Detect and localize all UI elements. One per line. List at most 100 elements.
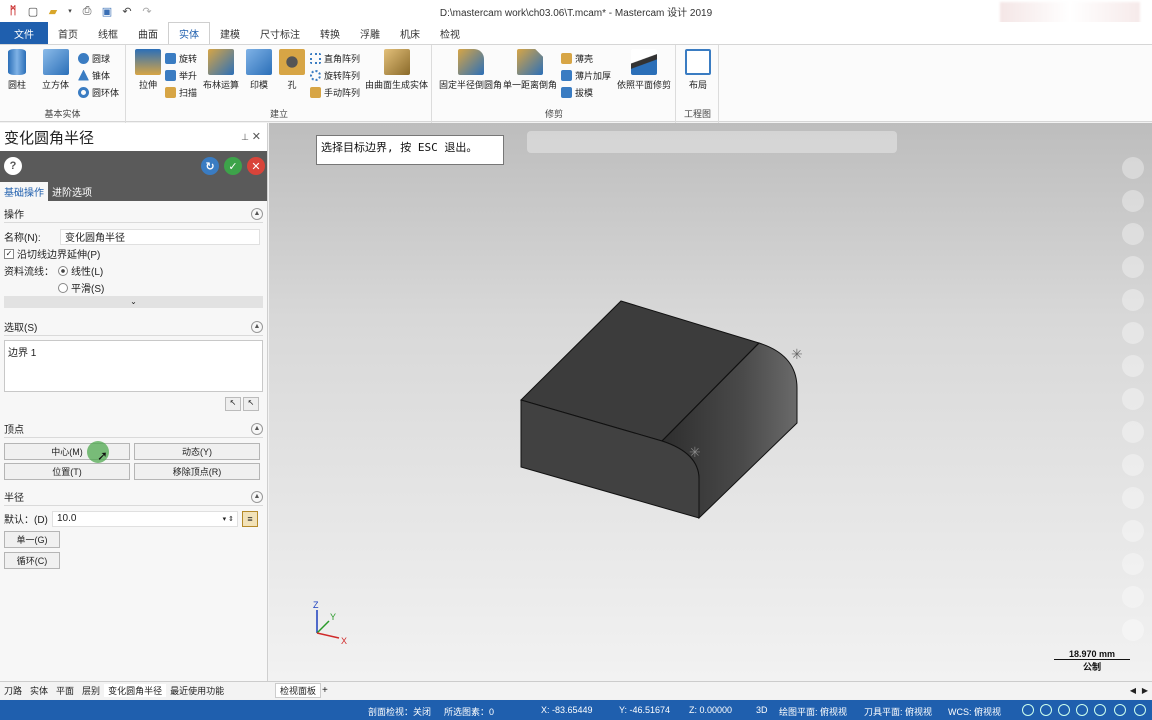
sweep-button[interactable]: 扫描: [165, 84, 197, 100]
add-view-icon[interactable]: [1122, 157, 1144, 179]
loft-button[interactable]: 举升: [165, 67, 197, 83]
circle-tool-icon[interactable]: [1122, 223, 1144, 245]
list-item[interactable]: 边界 1: [8, 344, 259, 359]
torus-button[interactable]: 圆环体: [78, 84, 119, 100]
solid-tool-icon[interactable]: [1122, 388, 1144, 410]
app-logo-icon[interactable]: ᛗ: [6, 4, 20, 18]
radius-input[interactable]: 10.0 ▾ ⇕: [52, 510, 238, 527]
flow-smooth-radio[interactable]: [58, 282, 68, 293]
help-icon[interactable]: ?: [4, 157, 22, 175]
center-button[interactable]: 中心(M) ➚: [4, 441, 130, 463]
clear-tool-icon[interactable]: [1122, 619, 1144, 641]
add-viewsheet-icon[interactable]: +: [322, 685, 328, 696]
section-view-status[interactable]: 剖面检视：关闭: [368, 705, 431, 718]
draft-button[interactable]: 拔模: [561, 84, 593, 100]
one-distance-chamfer-button[interactable]: 单一距离倒角: [503, 49, 557, 91]
thicken-button[interactable]: 薄片加厚: [561, 67, 611, 83]
close-icon[interactable]: ✕: [252, 130, 261, 143]
tab-model-prep[interactable]: 建模: [210, 22, 250, 44]
cube-view-icon[interactable]: [1058, 704, 1070, 716]
layout-button[interactable]: 布局: [685, 49, 711, 91]
tab-recent-functions[interactable]: 最近使用功能: [166, 684, 228, 697]
section-header-vertex[interactable]: 顶点 ▲: [4, 420, 263, 438]
save-as-icon[interactable]: ▣: [100, 4, 114, 18]
selection-list[interactable]: 边界 1: [4, 340, 263, 392]
loop-button[interactable]: 循环(C): [4, 552, 60, 569]
tab-relief[interactable]: 浮雕: [350, 22, 390, 44]
open-dropdown-icon[interactable]: ▾: [66, 4, 74, 18]
extend-checkbox-row[interactable]: ✓ 沿切线边界延伸(P): [4, 245, 263, 262]
mode-3d[interactable]: 3D: [756, 705, 768, 715]
tab-solids-manager[interactable]: 实体: [26, 684, 52, 697]
section-header-operation[interactable]: 操作 ▲: [4, 205, 263, 223]
render-mode-icon[interactable]: [1114, 704, 1126, 716]
pin-icon[interactable]: ⊥: [241, 132, 249, 143]
tab-basic[interactable]: 基础操作: [0, 182, 48, 201]
visibility-icon[interactable]: [1134, 704, 1146, 716]
scroll-right-icon[interactable]: ▶: [1142, 686, 1148, 695]
solid-model[interactable]: ✳ ✳ Z Y X: [269, 123, 1152, 681]
line-tool-icon[interactable]: [1122, 190, 1144, 212]
add-select-icon[interactable]: ↖: [225, 397, 241, 411]
redo-icon[interactable]: ↷: [140, 4, 154, 18]
tab-viewsheets[interactable]: 检视面板: [275, 683, 322, 698]
flow-linear-radio[interactable]: [58, 265, 68, 276]
rect-array-button[interactable]: 直角阵列: [310, 50, 360, 66]
tab-transform[interactable]: 转换: [310, 22, 350, 44]
collapse-icon[interactable]: ▲: [251, 320, 263, 333]
shell-button[interactable]: 薄壳: [561, 50, 593, 66]
remove-vertex-button[interactable]: 移除顶点(R): [134, 463, 260, 480]
manual-array-button[interactable]: 手动阵列: [310, 84, 360, 100]
new-file-icon[interactable]: ▢: [26, 4, 40, 18]
globe-icon[interactable]: [1022, 704, 1034, 716]
wire-view-icon[interactable]: [1076, 704, 1088, 716]
remove-select-icon[interactable]: ↖: [243, 397, 259, 411]
rotate-array-button[interactable]: 旋转阵列: [310, 67, 360, 83]
cylinder-button[interactable]: 圆柱: [8, 49, 26, 91]
tplane-status[interactable]: 刀具平面: 俯视视: [864, 705, 932, 718]
tab-surfaces[interactable]: 曲面: [128, 22, 168, 44]
tab-machine[interactable]: 机床: [390, 22, 430, 44]
spline-tool-icon[interactable]: [1122, 256, 1144, 278]
tab-toolpaths[interactable]: 刀路: [0, 684, 26, 697]
tab-advanced[interactable]: 进阶选项: [48, 182, 96, 201]
dimension-tool-icon[interactable]: [1122, 322, 1144, 344]
revolve-button[interactable]: 旋转: [165, 50, 197, 66]
tab-dimension[interactable]: 尺寸标注: [250, 22, 310, 44]
tab-wireframe[interactable]: 线框: [88, 22, 128, 44]
scroll-left-icon[interactable]: ◀: [1130, 686, 1136, 695]
settings-tool-icon[interactable]: [1122, 586, 1144, 608]
graphics-viewport[interactable]: 选择目标边界, 按 ESC 退出。 ✳ ✳ Z Y X 18.970 mm 公制: [269, 123, 1152, 681]
single-button[interactable]: 单一(G): [4, 531, 60, 548]
name-field[interactable]: 变化圆角半径: [60, 228, 260, 245]
layers-tool-icon[interactable]: [1122, 553, 1144, 575]
cube-button[interactable]: 立方体: [42, 49, 69, 91]
tab-home[interactable]: 首页: [48, 22, 88, 44]
measure-tool-icon[interactable]: [1122, 487, 1144, 509]
tab-file[interactable]: 文件: [0, 22, 48, 44]
cone-button[interactable]: 锥体: [78, 67, 110, 83]
wcs-status[interactable]: WCS: 俯视视: [948, 705, 1001, 718]
open-file-icon[interactable]: ▰: [46, 4, 60, 18]
print-icon[interactable]: ⎙: [80, 4, 94, 18]
section-header-selection[interactable]: 选取(S) ▲: [4, 318, 263, 336]
constant-fillet-button[interactable]: 固定半径倒圆角: [439, 49, 502, 91]
orientation-icon[interactable]: [1040, 704, 1052, 716]
extrude-button[interactable]: 拉伸: [135, 49, 161, 91]
trim-tool-icon[interactable]: [1122, 454, 1144, 476]
grid-tool-icon[interactable]: [1122, 520, 1144, 542]
collapse-icon[interactable]: ▲: [251, 207, 263, 220]
tab-view[interactable]: 检视: [430, 22, 470, 44]
hole-button[interactable]: 孔: [279, 49, 305, 91]
sphere-button[interactable]: 圆球: [78, 50, 110, 66]
surface-tool-icon[interactable]: [1122, 421, 1144, 443]
impression-button[interactable]: 印模: [246, 49, 272, 91]
surface-to-solid-button[interactable]: 由曲面生成实体: [365, 49, 428, 91]
tab-planes[interactable]: 平面: [52, 684, 78, 697]
section-header-radius[interactable]: 半径 ▲: [4, 488, 263, 506]
radius-menu-icon[interactable]: ≡: [242, 510, 258, 527]
ok-icon[interactable]: ✓: [224, 157, 242, 175]
undo-icon[interactable]: ↶: [120, 4, 134, 18]
trim-to-plane-button[interactable]: 依照平面修剪: [617, 49, 671, 91]
boolean-button[interactable]: 布林运算: [203, 49, 239, 91]
